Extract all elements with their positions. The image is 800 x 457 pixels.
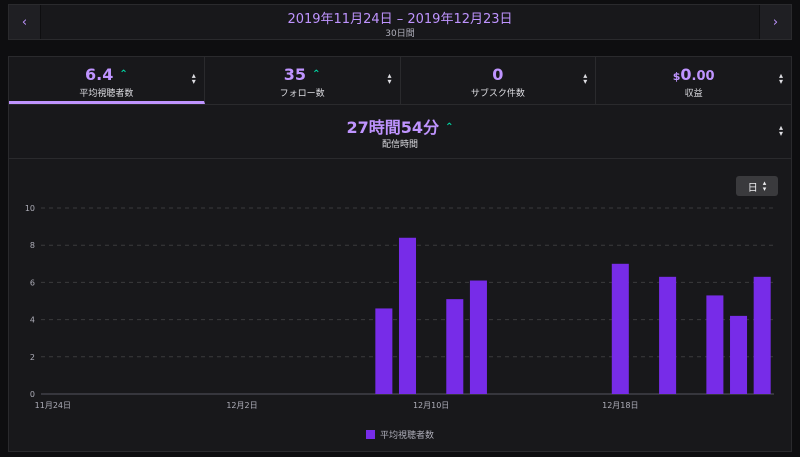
y-tick-label: 6: [30, 278, 35, 287]
chart-legend[interactable]: 平均視聴者数: [9, 428, 791, 441]
y-tick-label: 2: [30, 353, 35, 362]
bar: [398, 237, 417, 394]
bar: [375, 308, 393, 394]
y-tick-label: 0: [30, 390, 35, 399]
legend-swatch: [365, 430, 375, 439]
date-range-bar: ‹ 2019年11月24日 – 2019年12月23日 30日間 ›: [8, 4, 792, 40]
bar: [730, 315, 748, 394]
next-period-button[interactable]: ›: [759, 5, 791, 39]
date-range-label: 2019年11月24日 – 2019年12月23日: [287, 12, 513, 27]
x-tick-label: 12月2日: [226, 401, 257, 410]
period-length-label: 30日間: [385, 29, 415, 39]
x-tick-label: 11月24日: [35, 401, 71, 410]
bar: [659, 276, 677, 394]
bar: [469, 280, 487, 394]
bar: [611, 263, 629, 394]
x-tick-label: 12月10日: [413, 401, 449, 410]
bar: [446, 299, 464, 394]
x-tick-label: 12月18日: [602, 401, 638, 410]
average-viewers-bar-chart: 0 2 4 6 8 10 11月24日 12月2日 12月10日 12月18日: [25, 204, 774, 410]
bar: [753, 276, 771, 394]
chevron-right-icon: ›: [772, 14, 779, 30]
stats-panel: 6.4 ⌃ 平均視聴者数 ▴ ▾ 35 ⌃ フォロー数 ▴ ▾ 0 サブスク件数 ▴ ▾ …: [8, 56, 792, 452]
y-tick-label: 10: [25, 204, 35, 213]
y-tick-label: 4: [30, 316, 35, 325]
legend-label: 平均視聴者数: [379, 431, 434, 441]
bar: [706, 295, 724, 394]
y-tick-label: 8: [30, 241, 35, 250]
